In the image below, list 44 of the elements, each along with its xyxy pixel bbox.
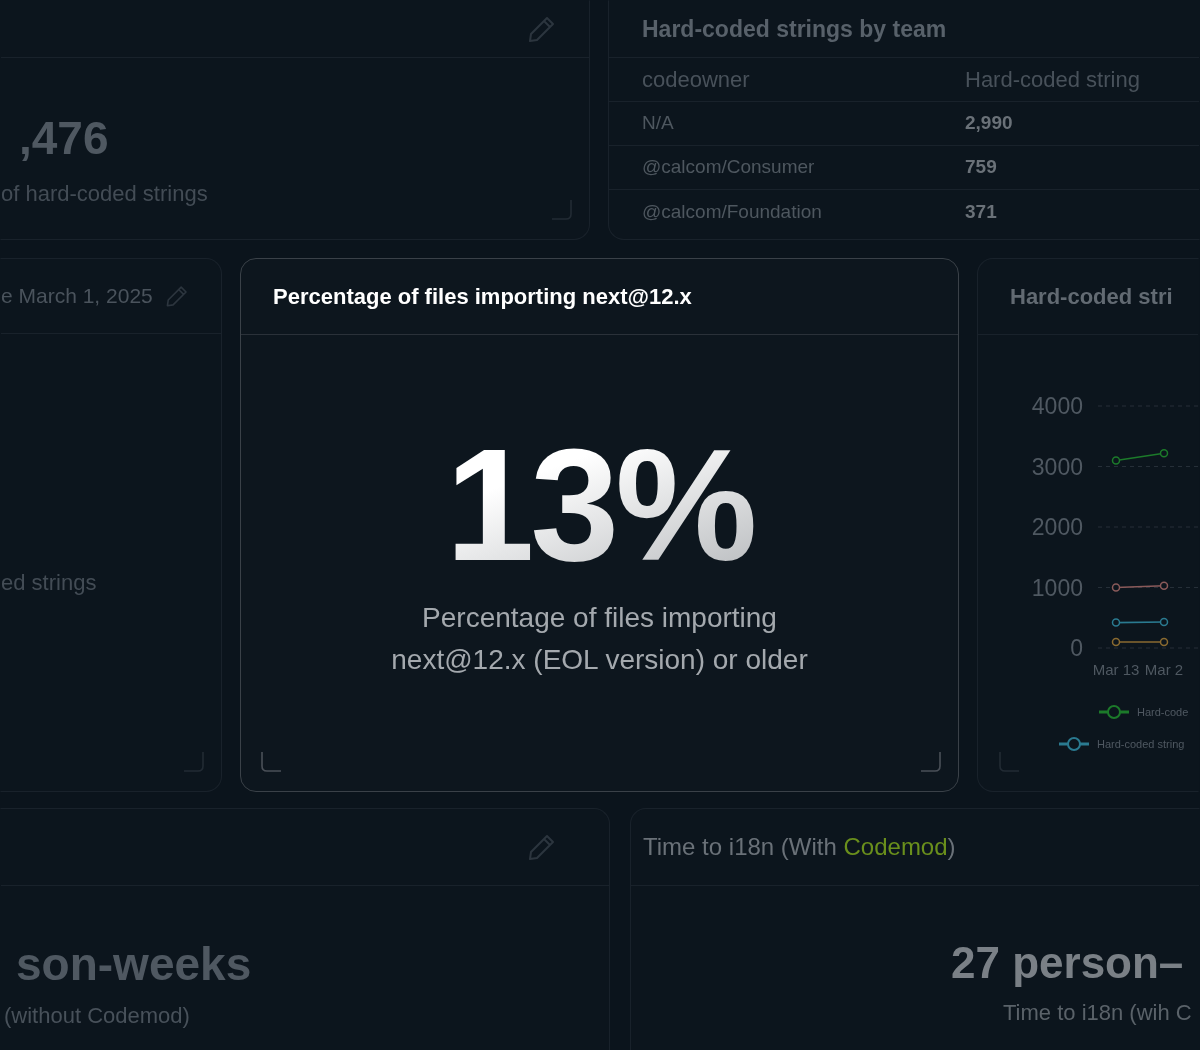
axis-tick-label: 2000	[1031, 514, 1083, 540]
stat-caption: of hard-coded strings	[1, 180, 209, 208]
axis-tick-label: Mar 2	[1144, 661, 1184, 678]
table-cell-text: N/A	[641, 111, 675, 136]
data-point	[1111, 618, 1121, 627]
table-cell-text: 2,990	[965, 111, 1013, 136]
pencil-icon[interactable]	[527, 14, 557, 44]
table-cell-text: 371	[965, 199, 997, 224]
axis-tick-label: 0	[1070, 635, 1083, 661]
card-title: Time to i18n (With Codemod)	[643, 832, 956, 862]
data-point	[1159, 448, 1169, 458]
table-cell-text: @calcom/Consumer	[641, 155, 816, 180]
data-point	[1111, 583, 1121, 592]
pencil-icon[interactable]	[527, 832, 557, 862]
corner-bracket-icon	[920, 751, 942, 773]
data-point	[1159, 581, 1169, 590]
stat-caption: ed strings	[1, 569, 98, 597]
stat-value: ,476	[19, 111, 109, 166]
legend-label: Hard-coded string	[1097, 738, 1185, 750]
corner-bracket-icon	[260, 751, 282, 773]
stat-value: son-weeks	[16, 937, 252, 992]
description-text: Percentage of files importing next@12.x (EOL version) or older	[390, 601, 809, 677]
axis-tick-label: 3000	[1031, 453, 1083, 480]
legend-label: Hard-code	[1137, 706, 1189, 718]
table-cell-text: 759	[965, 155, 997, 180]
card-title: e March 1, 2025	[1, 283, 153, 310]
axis-tick-label: 4000	[1031, 393, 1083, 419]
corner-bracket-icon	[183, 751, 205, 773]
axis-tick-label: 1000	[1031, 574, 1083, 601]
table-cell-text: @calcom/Foundation	[641, 199, 823, 224]
card-title: Percentage of files importing next@12.x	[272, 283, 692, 311]
axis-tick-label: Mar 13	[1092, 661, 1140, 678]
card-title: Hard-coded stri	[1010, 283, 1173, 311]
data-point	[1159, 637, 1169, 647]
column-header: codeowner	[641, 66, 751, 94]
card-title: Hard-coded strings by team	[642, 14, 947, 44]
stat-caption: Time to i18n (wih C	[1003, 999, 1193, 1027]
data-point	[1159, 617, 1169, 627]
stat-value: 27 person–	[951, 937, 1184, 989]
data-point	[1111, 637, 1121, 647]
corner-bracket-icon	[998, 751, 1020, 773]
stat-caption: (without Codemod)	[4, 1002, 191, 1030]
column-header: Hard-coded string	[965, 66, 1140, 94]
data-point	[1111, 456, 1121, 465]
